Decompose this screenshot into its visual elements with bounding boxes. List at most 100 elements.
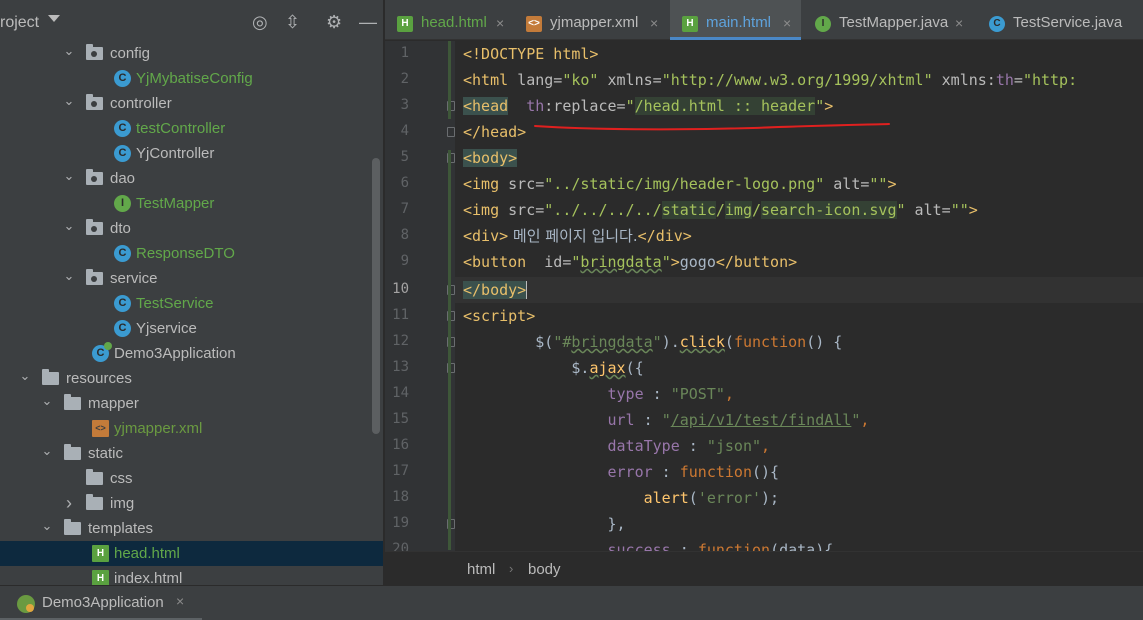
tab-yjmapper-xml[interactable]: <> yjmapper.xml × xyxy=(514,0,668,40)
chevron-down-icon[interactable]: ⌄ xyxy=(62,263,76,288)
tree-item-templates[interactable]: ⌄ templates xyxy=(0,516,383,541)
chevron-down-icon[interactable]: ⌄ xyxy=(40,438,54,463)
tab-head-html[interactable]: H head.html × xyxy=(385,0,512,40)
tree-item-label: service xyxy=(110,270,158,287)
project-panel-title[interactable]: roject xyxy=(0,14,39,32)
tree-item-label: TestMapper xyxy=(136,195,215,212)
close-icon[interactable]: × xyxy=(176,593,184,609)
chevron-right-icon[interactable]: › xyxy=(62,491,76,516)
code-line-19: }, xyxy=(607,515,626,533)
code-line-18: alert('error'); xyxy=(643,489,780,507)
tree-item-controller[interactable]: ⌄ controller xyxy=(0,91,383,116)
code-line-13: $.ajax({ xyxy=(571,359,644,377)
project-view-dropdown-icon[interactable] xyxy=(48,15,60,22)
hide-panel-icon[interactable]: — xyxy=(359,12,377,32)
text-caret xyxy=(526,281,528,299)
class-icon: C xyxy=(114,295,131,312)
html-file-icon: H xyxy=(397,16,413,32)
line-number: 2 xyxy=(400,71,409,87)
line-number-gutter: 1 2 3 4 5 6 7 8 9 10 11 12 13 14 15 16 17 18 19 20 xyxy=(385,41,455,551)
chevron-down-icon[interactable]: ⌄ xyxy=(18,363,32,388)
breadcrumb-body[interactable]: body xyxy=(528,561,561,578)
code-line-4: </head> xyxy=(463,123,527,141)
tree-item-yjcontroller[interactable]: C YjController xyxy=(0,141,383,166)
tree-item-label: YjMybatiseConfig xyxy=(136,70,253,87)
tree-item-service[interactable]: ⌄ service xyxy=(0,266,383,291)
code-line-3: <head th:replace="/head.html :: header"> xyxy=(463,97,834,115)
class-icon: C xyxy=(114,70,131,87)
collapse-all-icon[interactable]: ⇳ xyxy=(285,12,300,32)
tree-item-dao[interactable]: ⌄ dao xyxy=(0,166,383,191)
folder-icon xyxy=(64,519,81,535)
line-number: 12 xyxy=(392,333,409,349)
tree-item-index-html[interactable]: Hindex.html xyxy=(0,566,383,585)
close-icon[interactable]: × xyxy=(955,0,963,46)
tree-item-yjmapper-xml[interactable]: <> yjmapper.xml xyxy=(0,416,383,441)
close-icon[interactable]: × xyxy=(496,0,504,46)
folder-icon xyxy=(86,44,103,60)
xml-file-icon: <> xyxy=(526,16,542,32)
html-file-icon: H xyxy=(682,16,698,32)
folder-icon xyxy=(86,219,103,235)
tab-testmapper-java[interactable]: I TestMapper.java × xyxy=(803,0,975,40)
line-number: 19 xyxy=(392,515,409,531)
tree-item-responsedto[interactable]: C ResponseDTO xyxy=(0,241,383,266)
chevron-down-icon[interactable]: ⌄ xyxy=(62,213,76,238)
tab-label: yjmapper.xml xyxy=(550,14,639,31)
tree-item-config[interactable]: ⌄ config xyxy=(0,41,383,66)
chevron-down-icon[interactable]: ⌄ xyxy=(62,88,76,113)
tree-item-label: resources xyxy=(66,370,132,387)
locate-file-icon[interactable]: ◎ xyxy=(252,12,268,32)
tree-item-css[interactable]: css xyxy=(0,466,383,491)
code-line-8: <div> 메인 페이지 입니다.</div> xyxy=(463,227,692,245)
tree-item-yjmybatiseconfig[interactable]: C YjMybatiseConfig xyxy=(0,66,383,91)
settings-icon[interactable]: ⚙ xyxy=(326,12,342,32)
folder-icon xyxy=(86,494,103,510)
folder-icon xyxy=(42,369,59,385)
interface-icon: I xyxy=(815,16,831,32)
line-number: 1 xyxy=(400,45,409,61)
tree-item-dto[interactable]: ⌄ dto xyxy=(0,216,383,241)
tree-item-label: index.html xyxy=(114,570,183,585)
tree-item-demo3application[interactable]: C Demo3Application xyxy=(0,341,383,366)
line-number: 11 xyxy=(392,307,409,323)
tree-item-testcontroller[interactable]: CtestController xyxy=(0,116,383,141)
chevron-down-icon[interactable]: ⌄ xyxy=(62,38,76,63)
code-line-14: type : "POST", xyxy=(607,385,734,403)
code-line-17: error : function(){ xyxy=(607,463,780,481)
breadcrumb-html[interactable]: html xyxy=(467,561,495,578)
chevron-down-icon[interactable]: ⌄ xyxy=(40,388,54,413)
tree-item-static[interactable]: ⌄ static xyxy=(0,441,383,466)
chevron-down-icon[interactable]: ⌄ xyxy=(40,513,54,538)
folder-icon xyxy=(86,269,103,285)
code-line-11: <script> xyxy=(463,307,536,325)
tab-main-html[interactable]: H main.html × xyxy=(670,0,801,40)
tree-item-label: ResponseDTO xyxy=(136,245,235,262)
tree-item-label: mapper xyxy=(88,395,139,412)
tree-item-img[interactable]: › img xyxy=(0,491,383,516)
line-number: 9 xyxy=(400,253,409,269)
chevron-down-icon[interactable]: ⌄ xyxy=(62,163,76,188)
tab-testservice-java[interactable]: C TestService.java xyxy=(977,0,1143,40)
change-marker xyxy=(448,150,451,550)
html-file-icon: H xyxy=(92,570,109,585)
tree-item-head-html[interactable]: Hhead.html xyxy=(0,541,383,566)
tree-item-yjservice[interactable]: C Yjservice xyxy=(0,316,383,341)
fold-marker-icon[interactable] xyxy=(447,127,455,137)
run-tab-demo3application[interactable]: Demo3Application × xyxy=(0,586,202,620)
tree-item-label: Yjservice xyxy=(136,320,197,337)
code-line-6: <img src="../static/img/header-logo.png"… xyxy=(463,175,897,193)
tree-item-resources[interactable]: ⌄ resources xyxy=(0,366,383,391)
close-icon[interactable]: × xyxy=(783,0,791,46)
change-marker xyxy=(448,41,451,119)
line-number: 7 xyxy=(400,201,409,217)
line-number: 15 xyxy=(392,411,409,427)
tree-item-mapper[interactable]: ⌄ mapper xyxy=(0,391,383,416)
code-editor[interactable]: <!DOCTYPE html> <html lang="ko" xmlns="h… xyxy=(455,41,1143,551)
close-icon[interactable]: × xyxy=(650,0,658,46)
project-scrollbar[interactable] xyxy=(372,158,380,434)
line-number: 13 xyxy=(392,359,409,375)
tree-item-testmapper[interactable]: I TestMapper xyxy=(0,191,383,216)
tree-item-testservice[interactable]: C TestService xyxy=(0,291,383,316)
code-line-5: <body> xyxy=(463,149,518,167)
